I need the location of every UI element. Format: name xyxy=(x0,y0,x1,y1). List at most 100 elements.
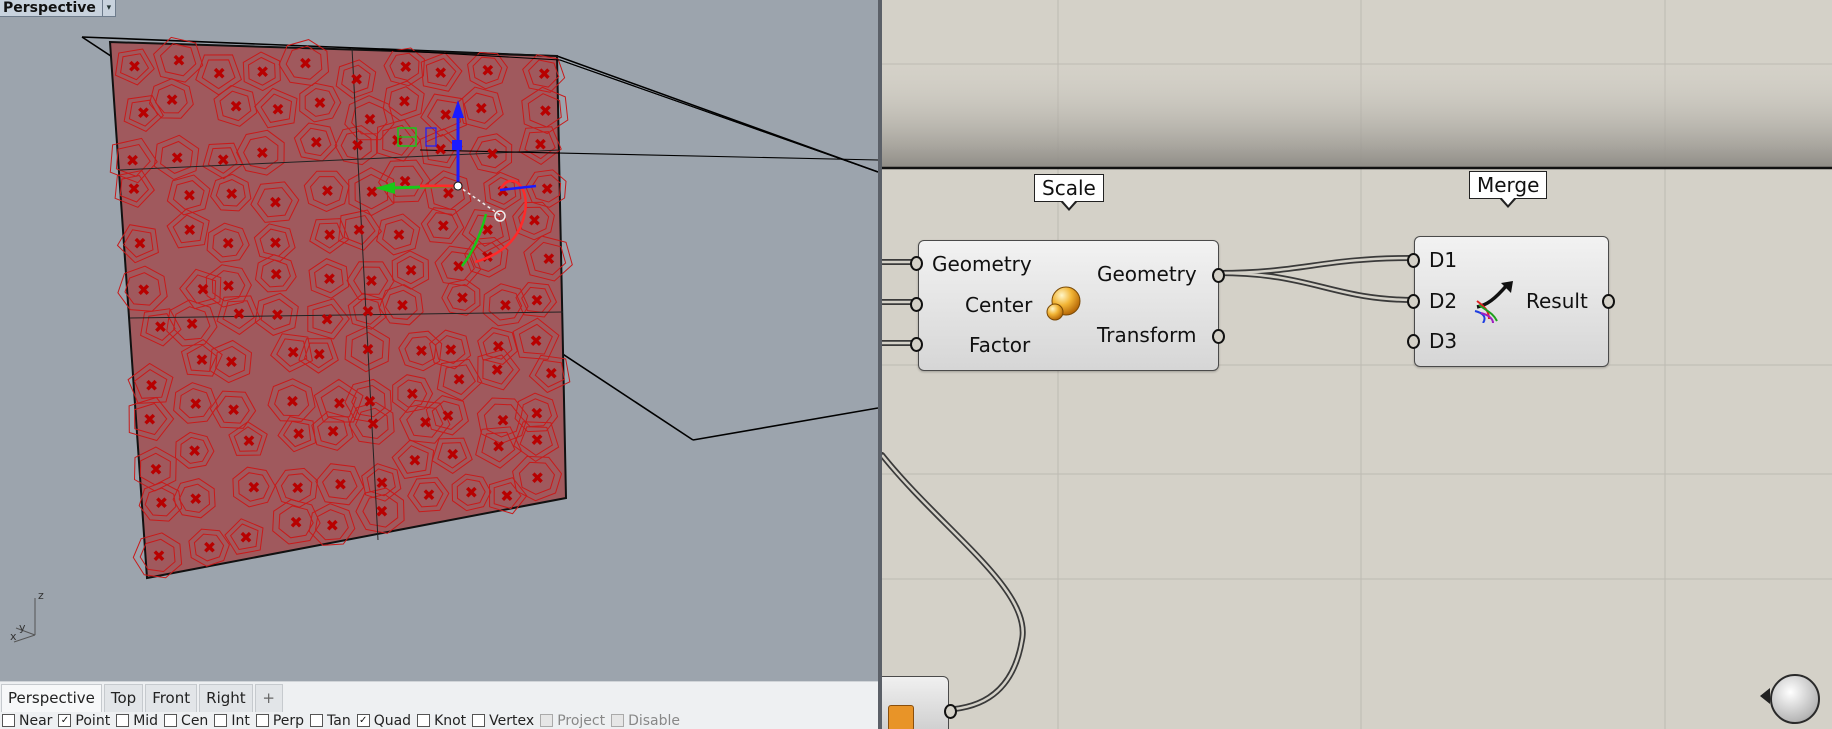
point-marker-icon: ✖ xyxy=(323,269,336,288)
perspective-viewport[interactable]: ✖ ✖ ✖ ✖ ✖ ✖ ✖ ✖ ✖ ✖ ✖ ✖ ✖ ✖ ✖ ✖ ✖ ✖ ✖ ✖ ✖ ✖ ✖ ✖ ✖ ✖ ✖ ✖ ✖ ✖ ✖ ✖ ✖ ✖ ✖ ✖ ✖ ✖ ✖ ✖… xyxy=(0,0,878,681)
partial-component-port-out[interactable] xyxy=(944,704,957,719)
osnap-label: Cen xyxy=(181,712,209,729)
scale-output-geometry[interactable]: Geometry xyxy=(1097,262,1197,286)
osnap-checkbox[interactable]: ✓ xyxy=(356,714,370,727)
point-marker-icon: ✖ xyxy=(492,337,505,356)
osnap-cen[interactable]: Cen xyxy=(164,713,208,729)
point-marker-icon: ✖ xyxy=(154,317,167,336)
merge-input-d1[interactable]: D1 xyxy=(1429,248,1457,272)
point-marker-icon: ✖ xyxy=(538,65,551,84)
point-marker-icon: ✖ xyxy=(499,296,512,315)
osnap-checkbox[interactable] xyxy=(611,714,625,727)
axis-x-label: x xyxy=(10,630,17,643)
point-marker-icon: ✖ xyxy=(434,64,447,83)
osnap-checkbox[interactable] xyxy=(417,714,431,727)
osnap-disable[interactable]: Disable xyxy=(611,713,680,729)
point-marker-icon: ✖ xyxy=(195,350,208,369)
point-marker-icon: ✖ xyxy=(500,487,513,506)
point-marker-icon: ✖ xyxy=(292,425,305,444)
osnap-checkbox[interactable] xyxy=(255,714,269,727)
tab-front[interactable]: Front xyxy=(145,684,198,712)
osnap-checkbox[interactable] xyxy=(310,714,324,727)
navigation-ball-icon[interactable] xyxy=(1760,674,1820,724)
point-marker-icon: ✖ xyxy=(361,302,374,321)
osnap-int[interactable]: Int xyxy=(214,713,250,729)
point-marker-icon: ✖ xyxy=(475,99,488,118)
tab-perspective[interactable]: Perspective xyxy=(1,684,102,712)
osnap-knot[interactable]: Knot xyxy=(417,713,466,729)
osnap-checkbox[interactable]: ✓ xyxy=(58,714,72,727)
point-marker-icon: ✖ xyxy=(217,150,230,169)
osnap-checkbox[interactable] xyxy=(540,714,554,727)
plane-edge-bottom xyxy=(692,407,878,441)
osnap-near[interactable]: Near xyxy=(2,713,52,729)
viewport-title-bar[interactable]: Perspective ▾ xyxy=(0,0,116,17)
merge-port-result-out[interactable] xyxy=(1602,294,1615,309)
osnap-checkbox[interactable] xyxy=(214,714,228,727)
osnap-project[interactable]: Project xyxy=(540,713,605,729)
scale-port-transform-out[interactable] xyxy=(1212,329,1225,344)
point-marker-icon: ✖ xyxy=(530,404,543,423)
scale-port-geometry-in[interactable] xyxy=(910,256,923,271)
point-marker-icon: ✖ xyxy=(375,502,388,521)
point-marker-icon: ✖ xyxy=(171,148,184,167)
merge-port-d2-in[interactable] xyxy=(1407,294,1420,309)
point-marker-icon: ✖ xyxy=(232,305,245,324)
scale-port-center-in[interactable] xyxy=(910,297,923,312)
viewport-title[interactable]: Perspective xyxy=(0,0,102,16)
scale-input-factor[interactable]: Factor xyxy=(969,333,1030,357)
scale-input-geometry[interactable]: Geometry xyxy=(932,252,1032,276)
osnap-label: Project xyxy=(557,712,606,729)
plane-line-far xyxy=(559,59,878,173)
point-marker-icon: ✖ xyxy=(361,340,374,359)
tab-right[interactable]: Right xyxy=(199,684,253,712)
add-tab-button[interactable]: + xyxy=(254,684,283,712)
point-marker-icon: ✖ xyxy=(452,370,465,389)
point-marker-icon: ✖ xyxy=(422,486,435,505)
point-marker-icon: ✖ xyxy=(143,410,156,429)
point-marker-icon: ✖ xyxy=(452,257,465,276)
point-marker-icon: ✖ xyxy=(185,315,198,334)
point-marker-icon: ✖ xyxy=(183,186,196,205)
merge-icon xyxy=(1474,281,1513,323)
scale-port-factor-in[interactable] xyxy=(910,337,923,352)
point-marker-icon: ✖ xyxy=(229,97,242,116)
point-marker-icon: ✖ xyxy=(299,54,312,73)
osnap-label: Point xyxy=(75,712,111,729)
osnap-checkbox[interactable] xyxy=(116,714,130,727)
point-marker-icon: ✖ xyxy=(415,341,428,360)
grasshopper-canvas[interactable]: Scale Geometry Center Factor Geometry Tr… xyxy=(882,0,1832,729)
scale-port-geometry-out[interactable] xyxy=(1212,268,1225,283)
osnap-label: Near xyxy=(19,712,53,729)
osnap-point[interactable]: ✓ Point xyxy=(58,713,110,729)
chevron-down-icon[interactable]: ▾ xyxy=(101,0,115,16)
point-marker-icon: ✖ xyxy=(399,58,412,77)
point-marker-icon: ✖ xyxy=(365,272,378,291)
osnap-quad[interactable]: ✓ Quad xyxy=(356,713,411,729)
osnap-checkbox[interactable] xyxy=(2,714,15,727)
merge-component[interactable]: D1 D2 D3 Result xyxy=(1414,236,1609,367)
point-marker-icon: ✖ xyxy=(256,62,269,81)
point-marker-icon: ✖ xyxy=(152,547,165,566)
osnap-label: Disable xyxy=(628,712,681,729)
osnap-perp[interactable]: Perp xyxy=(255,713,304,729)
scale-input-center[interactable]: Center xyxy=(965,293,1032,317)
scale-component[interactable]: Geometry Center Factor Geometry Transfor… xyxy=(918,240,1219,371)
merge-port-d3-in[interactable] xyxy=(1407,334,1420,349)
osnap-mid[interactable]: Mid xyxy=(116,713,158,729)
merge-output-result[interactable]: Result xyxy=(1526,289,1588,313)
point-marker-icon: ✖ xyxy=(183,221,196,240)
osnap-tan[interactable]: Tan xyxy=(310,713,351,729)
osnap-checkbox[interactable] xyxy=(164,714,178,727)
partial-component[interactable] xyxy=(882,676,949,729)
merge-input-d3[interactable]: D3 xyxy=(1429,329,1457,353)
scale-output-transform[interactable]: Transform xyxy=(1097,323,1196,347)
merge-port-d1-in[interactable] xyxy=(1407,253,1420,268)
tab-top[interactable]: Top xyxy=(103,684,144,712)
osnap-vertex[interactable]: Vertex xyxy=(472,713,534,729)
merge-input-d2[interactable]: D2 xyxy=(1429,289,1457,313)
scale-icon xyxy=(1046,286,1081,321)
point-marker-icon: ✖ xyxy=(321,181,334,200)
osnap-checkbox[interactable] xyxy=(472,714,486,727)
point-marker-icon: ✖ xyxy=(392,226,405,245)
